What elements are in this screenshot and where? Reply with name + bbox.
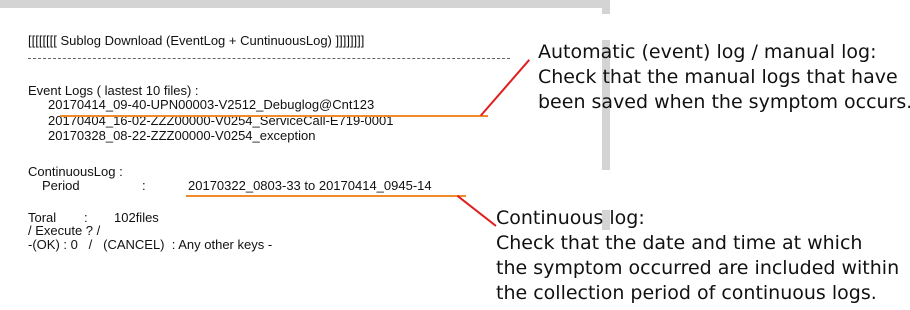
continuous-note-line-2: Check that the date and time at which [496, 232, 863, 254]
period-highlight [186, 195, 466, 197]
total-value: 102files [114, 210, 159, 225]
continuous-log-label: ContinuousLog : [28, 164, 123, 179]
console-title: [[[[[[[[ Sublog Download (EventLog + Cun… [28, 33, 365, 48]
continuous-note-line-1: Continuous log: [496, 207, 645, 229]
continuous-note-line-3: the symptom occurred are included within [496, 257, 900, 279]
event-note-line-1: Automatic (event) log / manual log: [538, 41, 877, 63]
frame-gap [560, 170, 650, 210]
event-note-line-2: Check that the manual logs that have [538, 66, 898, 88]
period-value: 20170322_0803-33 to 20170414_0945-14 [188, 178, 432, 193]
event-file-highlight [60, 115, 488, 117]
continuous-note-line-4: the collection period of continuous logs… [496, 282, 877, 304]
event-note-line-3: been saved when the symptom occurs. [538, 91, 910, 113]
period-label: Period [42, 178, 80, 193]
execute-prompt: / Execute ? / [28, 223, 101, 238]
confirm-options: -(OK) : 0 / (CANCEL) : Any other keys - [28, 237, 273, 252]
frame-gap [560, 14, 650, 40]
period-separator: : [142, 178, 146, 193]
event-file-1: 20170414_09-40-UPN00003-V2512_Debuglog@C… [48, 97, 375, 112]
event-file-3: 20170328_08-22-ZZZ00000-V0254_exception [48, 128, 316, 143]
event-logs-label: Event Logs ( lastest 10 files) : [28, 83, 199, 98]
dashed-divider [28, 58, 510, 59]
